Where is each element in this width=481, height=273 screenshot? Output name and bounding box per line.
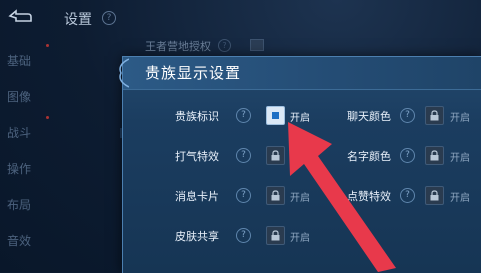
camp-auth-checkbox[interactable] <box>250 39 264 51</box>
option-label: 消息卡片 <box>175 190 219 203</box>
option-help-icon[interactable]: ? <box>236 228 251 243</box>
notification-dot <box>46 44 49 47</box>
chat-color-checkbox[interactable] <box>425 106 444 125</box>
lock-icon <box>430 190 439 201</box>
option-state: 开启 <box>450 193 470 204</box>
camp-auth-label: 王者营地授权 <box>145 40 211 53</box>
lock-icon <box>271 190 280 201</box>
option-help-icon[interactable]: ? <box>236 188 251 203</box>
lock-icon <box>271 230 280 241</box>
like-effect-checkbox[interactable] <box>425 186 444 205</box>
option-label: 皮肤共享 <box>175 230 219 243</box>
option-help-icon[interactable]: ? <box>236 108 251 123</box>
header-ornament-icon <box>119 58 129 88</box>
notification-dot <box>46 116 49 119</box>
option-state: 开启 <box>450 113 470 124</box>
dialog-header: 贵族显示设置 <box>119 57 481 90</box>
name-color-checkbox[interactable] <box>425 146 444 165</box>
option-help-icon[interactable]: ? <box>400 148 415 163</box>
lock-icon <box>430 150 439 161</box>
menu-item-layout[interactable]: 布局 <box>7 196 31 213</box>
settings-help-icon[interactable]: ? <box>102 11 116 25</box>
menu-item-combat[interactable]: 战斗 <box>7 124 31 141</box>
option-state: 开启 <box>450 153 470 164</box>
menu-item-basic[interactable]: 基础 <box>7 52 31 69</box>
lock-icon <box>271 150 280 161</box>
option-label: 打气特效 <box>175 150 219 163</box>
option-help-icon[interactable]: ? <box>400 188 415 203</box>
camp-auth-help-icon[interactable]: ? <box>218 39 231 52</box>
settings-title: 设置 <box>64 12 92 28</box>
lock-icon <box>430 110 439 121</box>
menu-item-controls[interactable]: 操作 <box>7 160 31 177</box>
option-help-icon[interactable]: ? <box>236 148 251 163</box>
option-label: 贵族标识 <box>175 110 219 123</box>
back-arrow-icon[interactable] <box>6 8 32 24</box>
menu-item-graphics[interactable]: 图像 <box>7 88 31 105</box>
dialog-title: 贵族显示设置 <box>145 64 242 82</box>
red-pointer-arrow-icon <box>288 122 396 272</box>
menu-item-sound[interactable]: 音效 <box>7 232 31 249</box>
option-help-icon[interactable]: ? <box>400 108 415 123</box>
